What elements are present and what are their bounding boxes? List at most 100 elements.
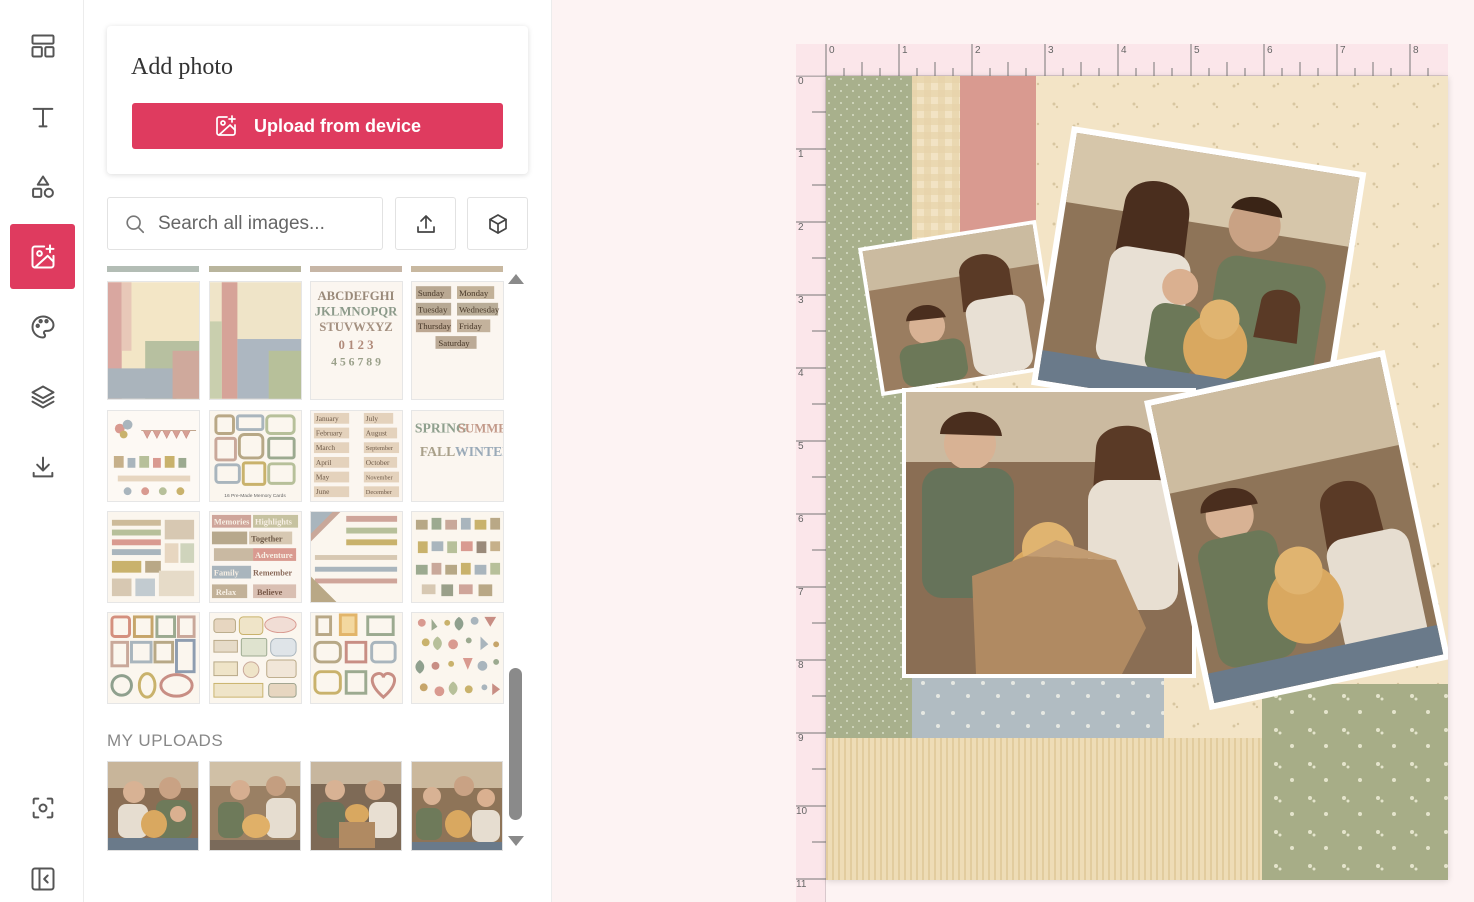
rail-layouts-button[interactable] [10, 13, 75, 78]
month-label: March [316, 443, 335, 452]
panel-collapse-icon [31, 867, 54, 890]
asset-thumb-alphabet-stickers[interactable]: ABCDEFGHI JKLMNOPQR STUVWXYZ 0 1 2 3 4 5… [310, 281, 403, 400]
asset-thumb-objects-stickers[interactable] [411, 511, 504, 603]
blue-floral-paper [912, 676, 1164, 746]
month-label: September [366, 445, 394, 452]
month-label: January [316, 414, 339, 423]
vertical-ruler: 0 1 2 3 4 5 6 7 8 9 10 11 [796, 76, 826, 902]
alphabet-line: 0 1 2 3 [339, 338, 374, 352]
scroll-up-arrow[interactable] [508, 274, 524, 284]
asset-thumb-nature-stickers[interactable] [411, 612, 504, 704]
month-label: February [316, 428, 343, 437]
rail-download-button[interactable] [10, 434, 75, 499]
rail-text-button[interactable] [10, 84, 75, 149]
horizontal-ruler: 0 1 2 3 4 5 6 7 8 [796, 44, 1448, 76]
asset-thumb-journal-cards[interactable] [107, 511, 200, 603]
rail-shapes-button[interactable] [10, 154, 75, 219]
asset-thumb-memory-cards[interactable]: 16 Pre-Made Memory Cards [209, 410, 302, 502]
word-tag: Believe [257, 588, 283, 597]
design-canvas-area: 0 1 2 3 4 5 6 7 8 0 1 2 3 4 5 6 7 8 9 10… [552, 0, 1474, 902]
rail-screenshot-button[interactable] [10, 775, 75, 840]
asset-thumb-weekday-labels[interactable]: Sunday Monday Tuesday Wednesday Thursday… [411, 281, 504, 400]
rail-collapse-panel-button[interactable] [10, 846, 75, 902]
asset-thumb-paper-pack-2[interactable] [209, 281, 302, 400]
photo-frame-1[interactable] [858, 219, 1060, 397]
rail-colors-button[interactable] [10, 294, 75, 359]
palette-icon [31, 315, 54, 338]
month-label: July [366, 414, 379, 423]
word-tag: Remember [253, 569, 292, 578]
asset-thumb-partial[interactable] [107, 266, 199, 272]
asset-thumb-photo-frames[interactable] [107, 612, 200, 704]
asset-thumb-party-elements[interactable] [107, 410, 200, 502]
upload-icon-button[interactable] [395, 197, 456, 250]
ruler-label: 6 [1267, 45, 1273, 56]
ruler-label: 8 [1413, 45, 1419, 56]
asset-scrollbar[interactable] [507, 266, 525, 852]
layout-icon [31, 34, 54, 57]
asset-thumb-label-tags[interactable] [209, 612, 302, 704]
ruler-label: 2 [798, 222, 804, 233]
asset-thumb-paper-pack-1[interactable] [107, 281, 200, 400]
tool-rail [0, 0, 84, 902]
layers-icon [31, 385, 54, 408]
app-root: Add photo Upload from device Search all … [0, 0, 1474, 902]
alphabet-line: ABCDEFGHI [317, 289, 394, 303]
text-icon [32, 107, 53, 127]
add-photo-card: Add photo Upload from device [107, 26, 528, 174]
ruler-label: 3 [1048, 45, 1054, 56]
asset-thumb-borders-corners[interactable] [310, 511, 403, 603]
ruler-label: 5 [1194, 45, 1200, 56]
ruler-label: 0 [829, 45, 835, 56]
upload-thumb[interactable] [310, 761, 402, 851]
upload-thumb[interactable] [107, 761, 199, 851]
scrapbook-page[interactable] [826, 76, 1448, 880]
asset-thumb-word-tags[interactable]: Memories Highlights Together Adventure F… [209, 511, 302, 603]
upload-thumb[interactable] [411, 761, 503, 851]
download-icon [32, 456, 53, 477]
ruler-label: 3 [798, 295, 804, 306]
season-label: WINTER [455, 444, 503, 459]
word-tag: Together [251, 534, 283, 543]
memory-cards-caption: 16 Pre-Made Memory Cards [224, 493, 286, 499]
ruler-label: 8 [798, 660, 804, 671]
asset-thumb-season-titles[interactable]: SPRING SUMMER FALL WINTER [411, 410, 504, 502]
weekday-label: Wednesday [459, 305, 500, 315]
word-tag: Relax [216, 588, 237, 597]
ruler-label: 4 [798, 368, 804, 379]
upload-from-device-button[interactable]: Upload from device [132, 103, 503, 149]
asset-thumb-partial[interactable] [411, 266, 503, 272]
weekday-label: Tuesday [418, 305, 448, 315]
asset-thumb-month-labels[interactable]: January July February August March Septe… [310, 410, 403, 502]
weekday-label: Monday [459, 288, 489, 298]
rail-layers-button[interactable] [10, 364, 75, 429]
add-photo-title: Add photo [131, 54, 233, 80]
weekday-label: Thursday [418, 321, 452, 331]
search-icon [126, 214, 145, 233]
rail-images-button[interactable] [10, 224, 75, 289]
month-label: August [366, 428, 387, 437]
ruler-label: 7 [1340, 45, 1346, 56]
scroll-down-arrow[interactable] [508, 836, 524, 846]
ruler-label: 6 [798, 514, 804, 525]
ruler-label: 0 [798, 76, 804, 87]
alphabet-line: JKLMNOPQR [315, 305, 398, 319]
add-image-icon [31, 243, 54, 268]
3d-assets-button[interactable] [467, 197, 528, 250]
scroll-thumb[interactable] [509, 668, 522, 820]
search-input[interactable] [158, 212, 378, 235]
upload-icon [416, 214, 435, 233]
word-tag: Family [214, 569, 240, 578]
upload-thumb[interactable] [209, 761, 301, 851]
striped-paper [826, 738, 1262, 880]
alphabet-line: 4 5 6 7 8 9 [331, 355, 381, 368]
upload-button-label: Upload from device [253, 115, 422, 136]
ruler-label: 1 [902, 45, 908, 56]
asset-thumb-frame-shapes[interactable] [310, 612, 403, 704]
images-panel: Add photo Upload from device Search all … [84, 0, 552, 902]
asset-thumb-partial[interactable] [209, 266, 301, 272]
weekday-label: Friday [459, 321, 483, 331]
asset-thumb-partial[interactable] [310, 266, 402, 272]
word-tag: Highlights [255, 518, 293, 527]
word-tag: Adventure [255, 551, 293, 560]
